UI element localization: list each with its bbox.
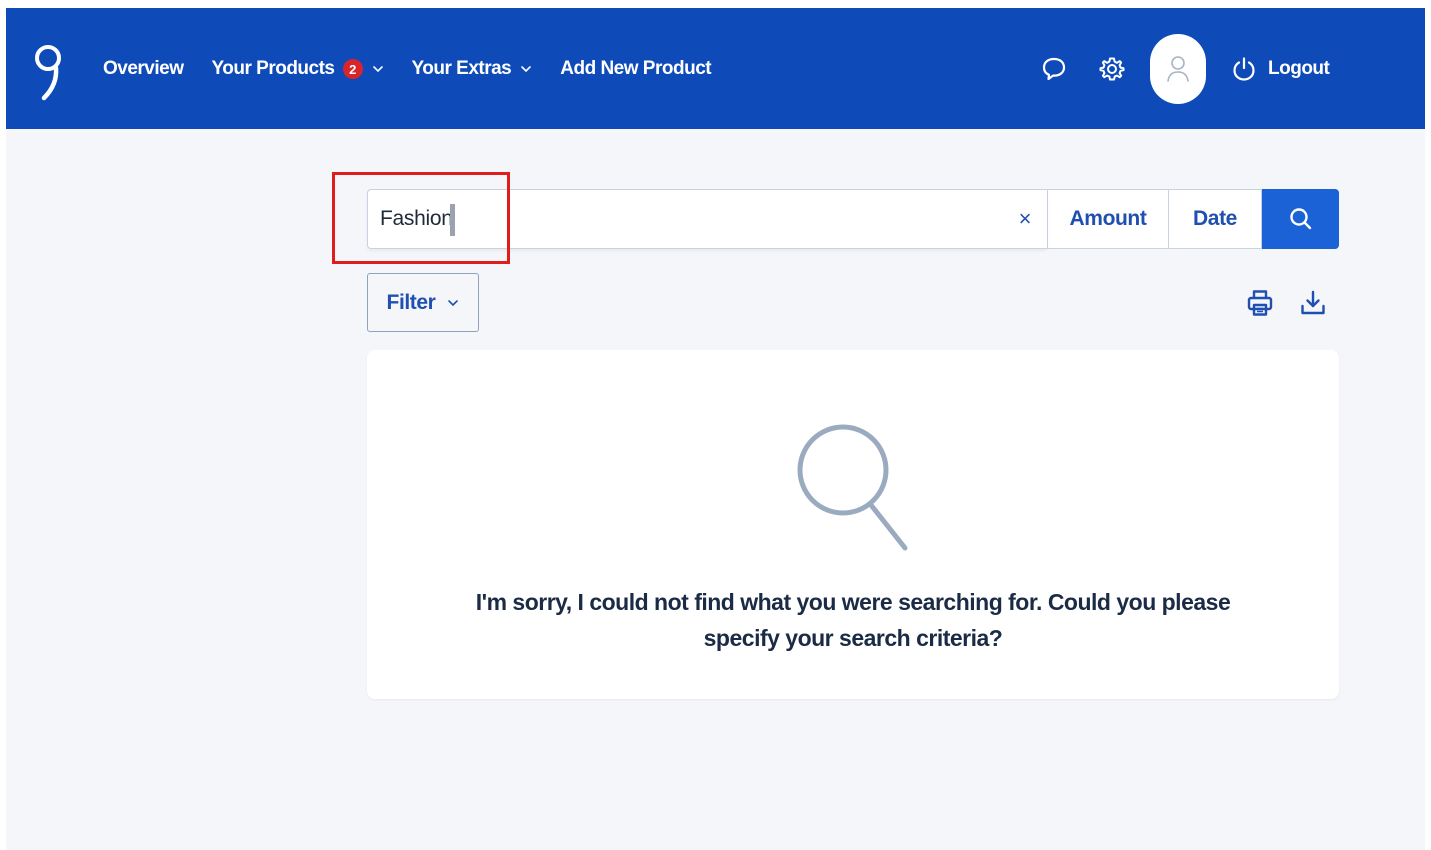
logout-label: Logout <box>1268 58 1330 79</box>
chat-button[interactable] <box>1038 53 1070 85</box>
text-cursor <box>450 204 455 236</box>
chat-icon <box>1042 57 1066 81</box>
power-icon <box>1233 57 1255 81</box>
settings-button[interactable] <box>1096 53 1128 85</box>
chevron-down-icon <box>372 66 383 73</box>
nav-add-new-product[interactable]: Add New Product <box>560 58 711 80</box>
nav-your-extras[interactable]: Your Extras <box>412 58 533 80</box>
nav-overview[interactable]: Overview <box>103 58 184 80</box>
filter-label: Filter <box>386 290 436 314</box>
download-button[interactable] <box>1296 286 1330 320</box>
print-button[interactable] <box>1243 286 1277 320</box>
magnifier-icon <box>797 424 908 551</box>
user-avatar-button[interactable] <box>1150 34 1206 104</box>
amount-sort-button[interactable]: Amount <box>1047 189 1169 249</box>
search-icon <box>1289 208 1311 230</box>
nav-your-extras-label: Your Extras <box>411 58 512 79</box>
search-bar: × Amount Date <box>367 189 1339 249</box>
filter-dropdown-button[interactable]: Filter <box>367 273 479 332</box>
date-sort-button[interactable]: Date <box>1169 189 1262 249</box>
logout-button[interactable]: Logout <box>1232 54 1330 84</box>
main-nav: Overview Your Products 2 Your Extras Add… <box>103 56 739 82</box>
gear-icon <box>1099 57 1125 81</box>
printer-icon <box>1247 290 1273 316</box>
nav-your-products[interactable]: Your Products 2 <box>212 58 384 80</box>
empty-results-message: I'm sorry, I could not find what you wer… <box>475 589 1231 651</box>
chevron-down-icon <box>448 299 459 306</box>
search-submit-button[interactable] <box>1262 189 1339 249</box>
user-icon <box>1167 56 1189 82</box>
clear-search-button[interactable]: × <box>1012 204 1038 234</box>
products-count-badge: 2 <box>342 59 363 79</box>
nav-add-new-product-label: Add New Product <box>560 58 712 79</box>
search-field-wrapper: × <box>367 189 1047 249</box>
chevron-down-icon <box>521 66 532 73</box>
download-icon <box>1301 290 1325 315</box>
results-card: I'm sorry, I could not find what you wer… <box>367 350 1339 699</box>
top-navigation-bar: Overview Your Products 2 Your Extras Add… <box>6 8 1425 129</box>
nav-your-products-label: Your Products <box>211 58 336 79</box>
brand-logo[interactable] <box>28 38 68 102</box>
nav-overview-label: Overview <box>103 58 184 79</box>
search-input[interactable] <box>368 190 998 248</box>
page: Overview Your Products 2 Your Extras Add… <box>6 8 1425 850</box>
